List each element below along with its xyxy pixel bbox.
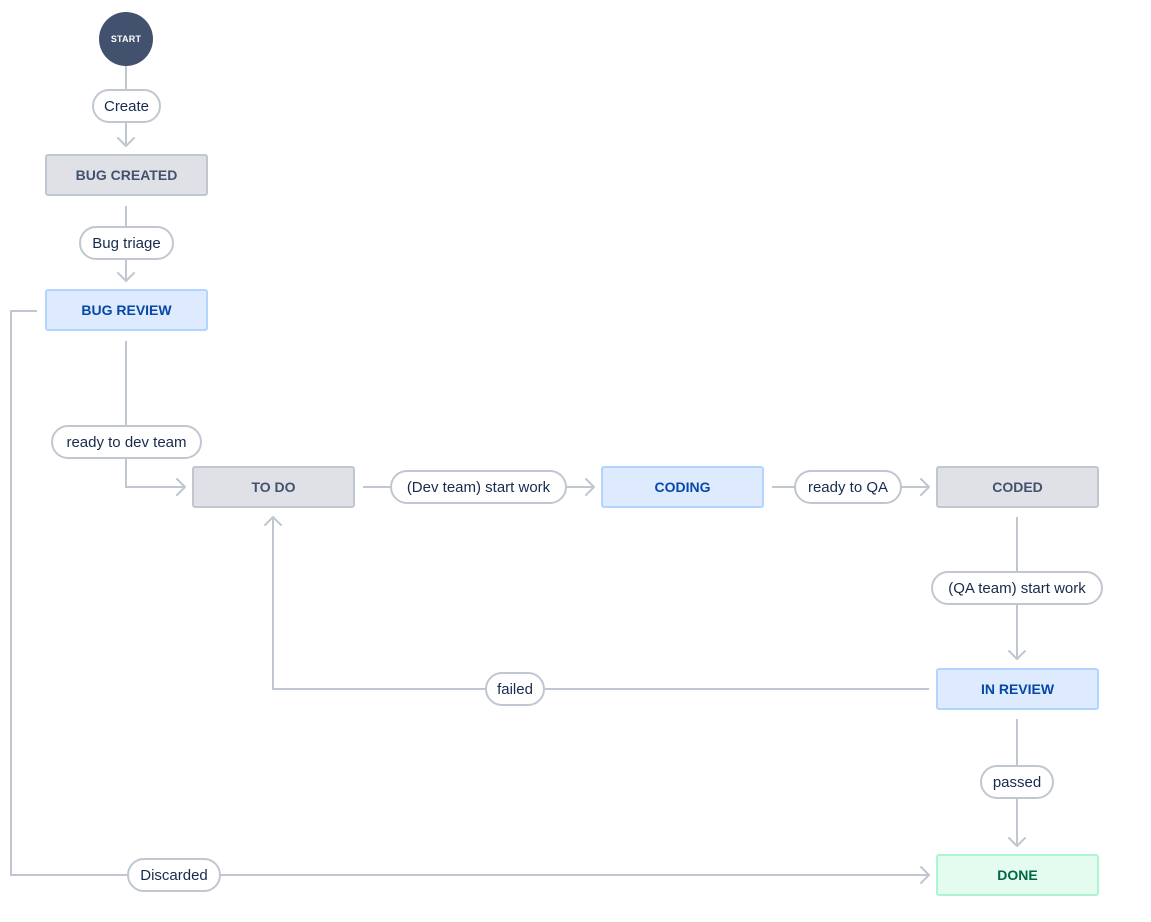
transition-ready-to-dev-team[interactable]: ready to dev team <box>51 425 202 459</box>
status-done[interactable]: DONE <box>936 854 1099 896</box>
workflow-connectors <box>10 66 1026 884</box>
start-node[interactable]: START <box>99 12 153 66</box>
transition-bug-triage[interactable]: Bug triage <box>79 226 174 260</box>
transition-passed[interactable]: passed <box>980 765 1054 799</box>
status-coded[interactable]: CODED <box>936 466 1099 508</box>
connector-bug-review-to-done <box>10 310 929 876</box>
connector-bug-review-to-todo <box>125 341 185 488</box>
status-bug-review[interactable]: BUG REVIEW <box>45 289 208 331</box>
transition-discarded[interactable]: Discarded <box>127 858 221 892</box>
status-to-do[interactable]: TO DO <box>192 466 355 508</box>
transition-qa-team-start-work[interactable]: (QA team) start work <box>931 571 1103 605</box>
status-bug-created[interactable]: BUG CREATED <box>45 154 208 196</box>
transition-dev-team-start-work[interactable]: (Dev team) start work <box>390 470 567 504</box>
connector-in-review-to-todo <box>272 517 929 690</box>
transition-ready-to-qa[interactable]: ready to QA <box>794 470 902 504</box>
status-in-review[interactable]: IN REVIEW <box>936 668 1099 710</box>
transition-create[interactable]: Create <box>92 89 161 123</box>
transition-failed[interactable]: failed <box>485 672 545 706</box>
status-coding[interactable]: CODING <box>601 466 764 508</box>
